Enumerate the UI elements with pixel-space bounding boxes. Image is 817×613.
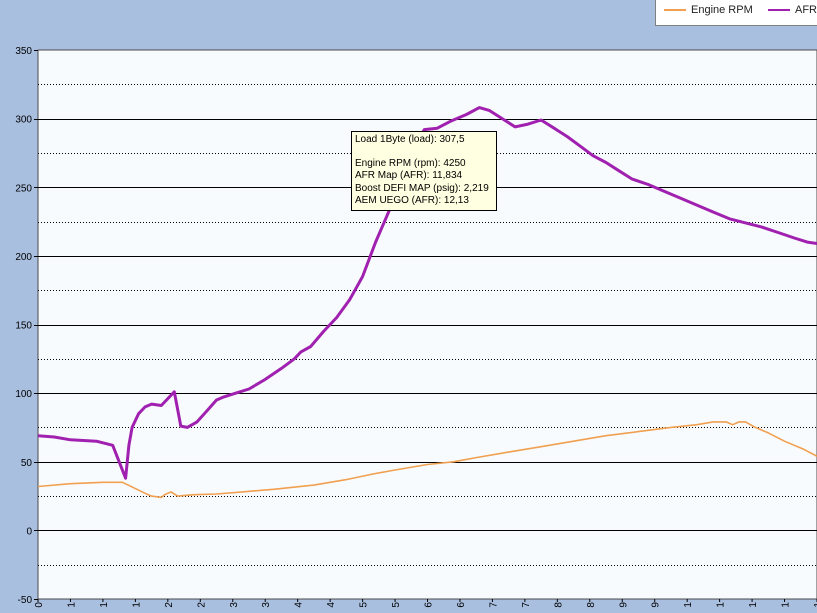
tooltip-spacer xyxy=(355,146,493,158)
y-tick-label: -50 xyxy=(18,595,33,606)
x-tick-label: 1 xyxy=(716,602,727,608)
x-tick-label: 2 xyxy=(196,602,207,608)
x-tick-label: 6 xyxy=(424,602,435,608)
y-tick-label: 150 xyxy=(15,321,32,332)
x-tick-label: 4 xyxy=(326,602,337,608)
y-tick-label: 200 xyxy=(15,252,32,263)
x-tick-label: 2 xyxy=(164,602,175,608)
x-tick-label: 6 xyxy=(456,602,467,608)
x-tick-label: 9 xyxy=(618,602,629,608)
x-tick-label: 5 xyxy=(391,602,402,608)
legend-label-afr: AFR xyxy=(795,4,817,16)
legend-item-afr: AFR xyxy=(768,4,817,16)
x-tick-label: 8 xyxy=(586,602,597,608)
x-tick-label: 4 xyxy=(294,602,305,608)
x-tick-label: 1 xyxy=(781,602,792,608)
x-tick-label: 0 xyxy=(34,602,45,608)
tooltip-load-line: Load 1Byte (load): 307,5 xyxy=(355,134,465,145)
y-tick-label: 300 xyxy=(15,115,32,126)
tooltip-rpm-line: Engine RPM (rpm): 4250 xyxy=(355,158,466,170)
x-tick-label: 7 xyxy=(521,602,532,608)
tooltip-afr-map-line: AFR Map (AFR): 11,834 xyxy=(355,170,463,182)
x-axis-ticks: 0 1 1 1 2 2 3 3 4 4 5 5 6 6 7 7 8 8 9 9 1 1 1 1 1 xyxy=(34,599,817,608)
legend-label-engine-rpm: Engine RPM xyxy=(691,4,753,16)
x-tick-label: 1 xyxy=(66,602,77,608)
x-tick-label: 8 xyxy=(553,602,564,608)
x-tick-label: 7 xyxy=(488,602,499,608)
data-tooltip: Load 1Byte (load): 307,5 Engine RPM (rpm… xyxy=(351,131,497,211)
x-tick-label: 1 xyxy=(131,602,142,608)
chart-legend: Engine RPM AFR xyxy=(655,0,817,26)
x-tick-label: 1 xyxy=(99,602,110,608)
y-axis-ticks: -50 0 50 100 150 200 250 300 350 xyxy=(15,46,38,606)
x-tick-label: 5 xyxy=(359,602,370,608)
legend-swatch-engine-rpm xyxy=(664,9,686,12)
legend-item-engine-rpm: Engine RPM xyxy=(664,4,753,16)
x-tick-label: 1 xyxy=(748,602,759,608)
y-tick-label: 50 xyxy=(21,458,33,469)
x-tick-label: 3 xyxy=(261,602,272,608)
y-tick-label: 350 xyxy=(15,46,32,57)
y-tick-label: 0 xyxy=(26,526,32,537)
tooltip-uego-line: AEM UEGO (AFR): 12,13 xyxy=(355,194,469,206)
y-tick-label: 100 xyxy=(15,389,32,400)
legend-swatch-afr xyxy=(768,9,790,12)
x-tick-label: 9 xyxy=(651,602,662,608)
tooltip-boost-line: Boost DEFI MAP (psig): 2,219 xyxy=(355,182,489,194)
x-tick-label: 3 xyxy=(229,602,240,608)
y-tick-label: 250 xyxy=(15,183,32,194)
x-tick-label: 1 xyxy=(813,602,817,608)
x-tick-label: 1 xyxy=(683,602,694,608)
chart-canvas: -50050100150200250300350 011122334455667… xyxy=(15,46,817,608)
